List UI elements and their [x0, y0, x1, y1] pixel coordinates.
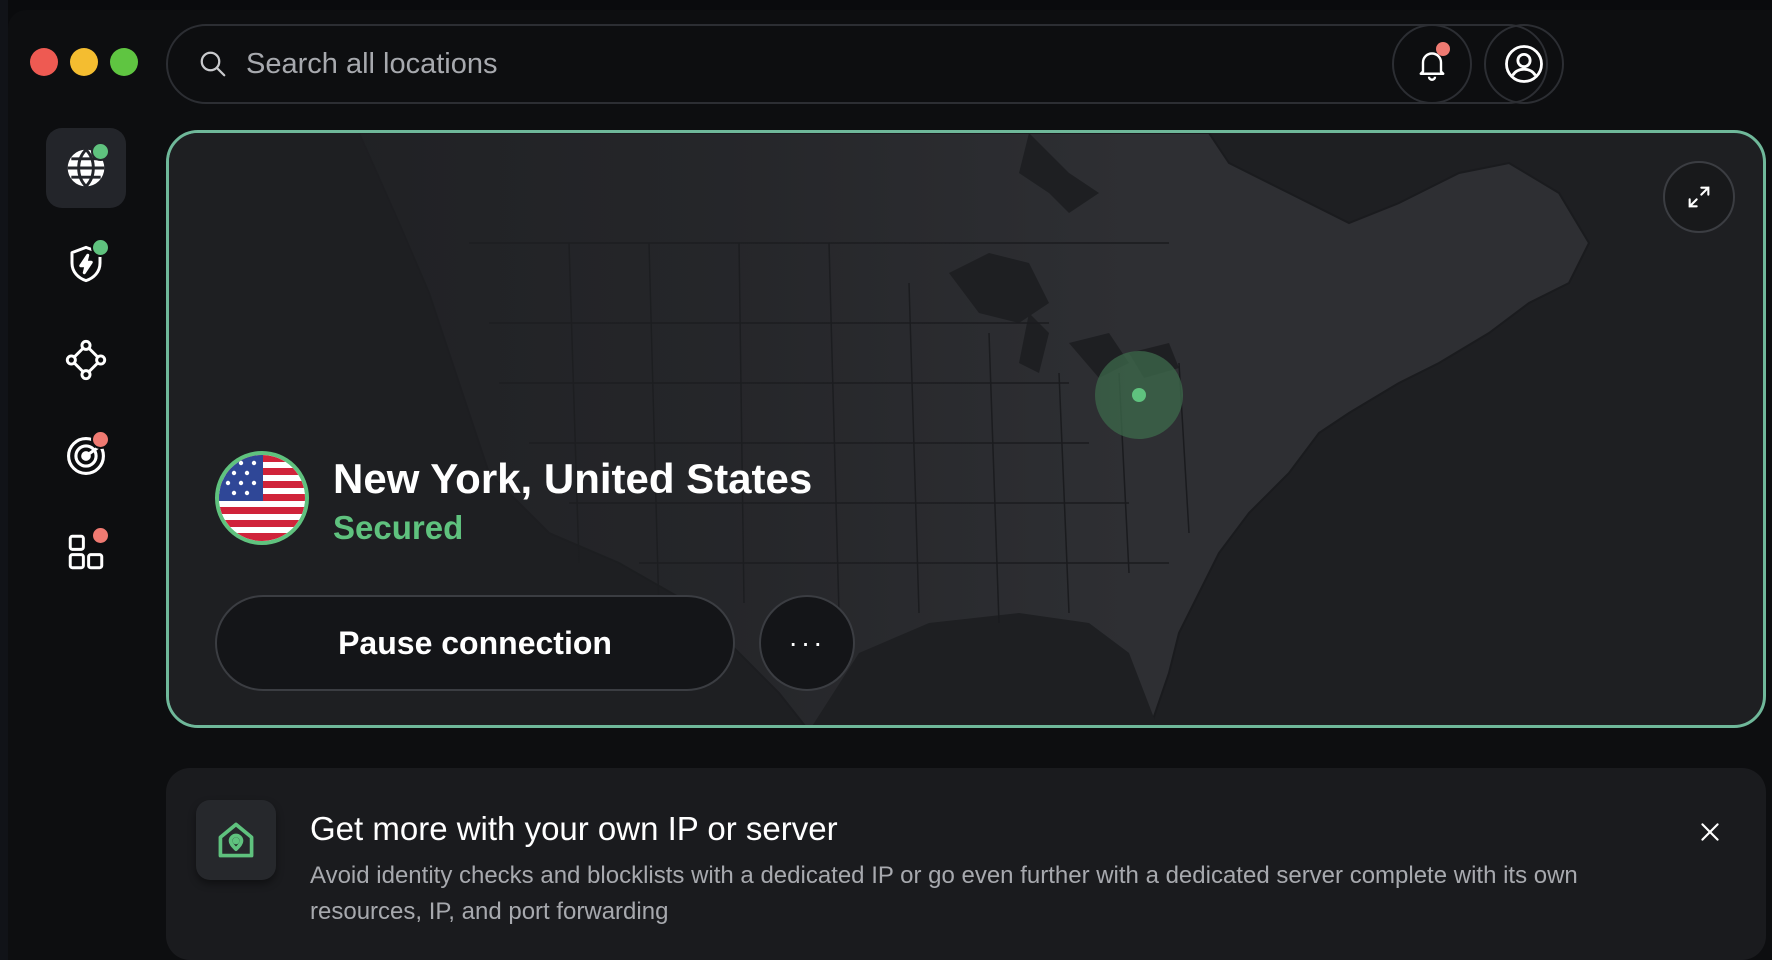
notification-badge	[1436, 42, 1450, 56]
search-input[interactable]	[244, 46, 1546, 82]
window-zoom-button[interactable]	[110, 48, 138, 76]
mesh-network-icon	[65, 339, 107, 381]
left-edge	[0, 0, 8, 960]
dedicated-ip-banner[interactable]: Get more with your own IP or server Avoi…	[166, 768, 1766, 960]
window-minimize-button[interactable]	[70, 48, 98, 76]
apps-badge	[91, 526, 110, 545]
sidebar-item-meshnet[interactable]	[46, 320, 126, 400]
sidebar-item-threat-protection[interactable]	[46, 224, 126, 304]
user-circle-icon	[1505, 45, 1543, 83]
connected-location: New York, United States	[333, 455, 813, 502]
connection-map-card: New York, United States Secured Pause co…	[166, 130, 1766, 728]
more-dots-icon: ···	[788, 627, 826, 658]
banner-close-button[interactable]	[1690, 812, 1730, 852]
window-controls	[30, 48, 138, 76]
banner-description: Avoid identity checks and blocklists wit…	[310, 862, 1578, 925]
close-icon	[1701, 823, 1719, 841]
banner-icon-box	[196, 800, 276, 880]
notifications-button[interactable]	[1392, 24, 1472, 104]
search-bar[interactable]	[166, 24, 1548, 104]
country-flag	[215, 451, 309, 545]
us-flag-icon	[219, 455, 305, 541]
expand-map-button[interactable]	[1663, 161, 1735, 233]
threat-protection-badge	[91, 238, 110, 257]
more-options-button[interactable]: ···	[759, 595, 855, 691]
pause-connection-button[interactable]: Pause connection	[215, 595, 735, 691]
app-window: New York, United States Secured Pause co…	[8, 10, 1772, 960]
connection-status: Secured	[333, 509, 464, 546]
sidebar	[46, 128, 126, 608]
locations-status-badge	[91, 142, 110, 161]
sidebar-item-apps[interactable]	[46, 512, 126, 592]
home-pin-icon	[218, 822, 254, 858]
account-button[interactable]	[1484, 24, 1564, 104]
sidebar-item-locations[interactable]	[46, 128, 126, 208]
sidebar-item-dark-web-monitor[interactable]	[46, 416, 126, 496]
dark-web-monitor-badge	[91, 430, 110, 449]
expand-icon	[1688, 186, 1710, 208]
banner-title: Get more with your own IP or server	[310, 810, 838, 847]
window-close-button[interactable]	[30, 48, 58, 76]
search-icon	[200, 51, 226, 77]
